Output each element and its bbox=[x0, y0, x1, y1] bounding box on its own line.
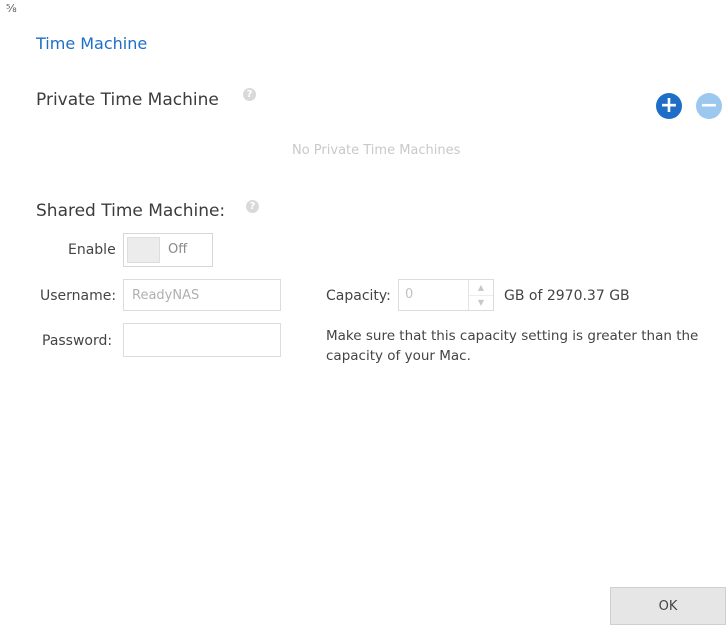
capacity-stepper[interactable]: 0 ▲ ▼ bbox=[398, 279, 494, 311]
decrement-arrow-icon[interactable]: ▼ bbox=[469, 295, 493, 310]
stepper-arrows: ▲ ▼ bbox=[468, 280, 493, 310]
toggle-knob bbox=[127, 237, 160, 263]
plus-circle-icon: + bbox=[659, 93, 679, 118]
password-label: Password: bbox=[42, 333, 113, 349]
enable-label: Enable bbox=[68, 242, 116, 258]
add-private-button[interactable]: + bbox=[656, 93, 682, 119]
dialog-title: Time Machine bbox=[36, 34, 148, 53]
empty-state-text: No Private Time Machines bbox=[292, 143, 461, 158]
ok-button[interactable]: OK bbox=[610, 587, 726, 625]
private-help-icon[interactable]: ? bbox=[243, 88, 256, 101]
password-input[interactable] bbox=[123, 323, 281, 357]
username-label: Username: bbox=[40, 288, 117, 304]
shared-help-icon[interactable]: ? bbox=[246, 200, 259, 213]
increment-arrow-icon[interactable]: ▲ bbox=[469, 280, 493, 296]
minus-circle-icon: − bbox=[699, 93, 719, 118]
capacity-total-text: GB of 2970.37 GB bbox=[504, 288, 630, 304]
capacity-note: Make sure that this capacity setting is … bbox=[326, 328, 699, 364]
corner-resize-icon: ⅝ bbox=[6, 2, 17, 15]
username-input[interactable] bbox=[123, 279, 281, 311]
toggle-state-text: Off bbox=[168, 242, 188, 257]
shared-section-title: Shared Time Machine: bbox=[36, 201, 226, 221]
remove-private-button[interactable]: − bbox=[696, 93, 722, 119]
private-section-title: Private Time Machine bbox=[36, 90, 219, 110]
enable-toggle[interactable]: Off bbox=[123, 233, 213, 267]
capacity-label: Capacity: bbox=[326, 288, 391, 304]
capacity-value[interactable]: 0 bbox=[405, 287, 413, 302]
